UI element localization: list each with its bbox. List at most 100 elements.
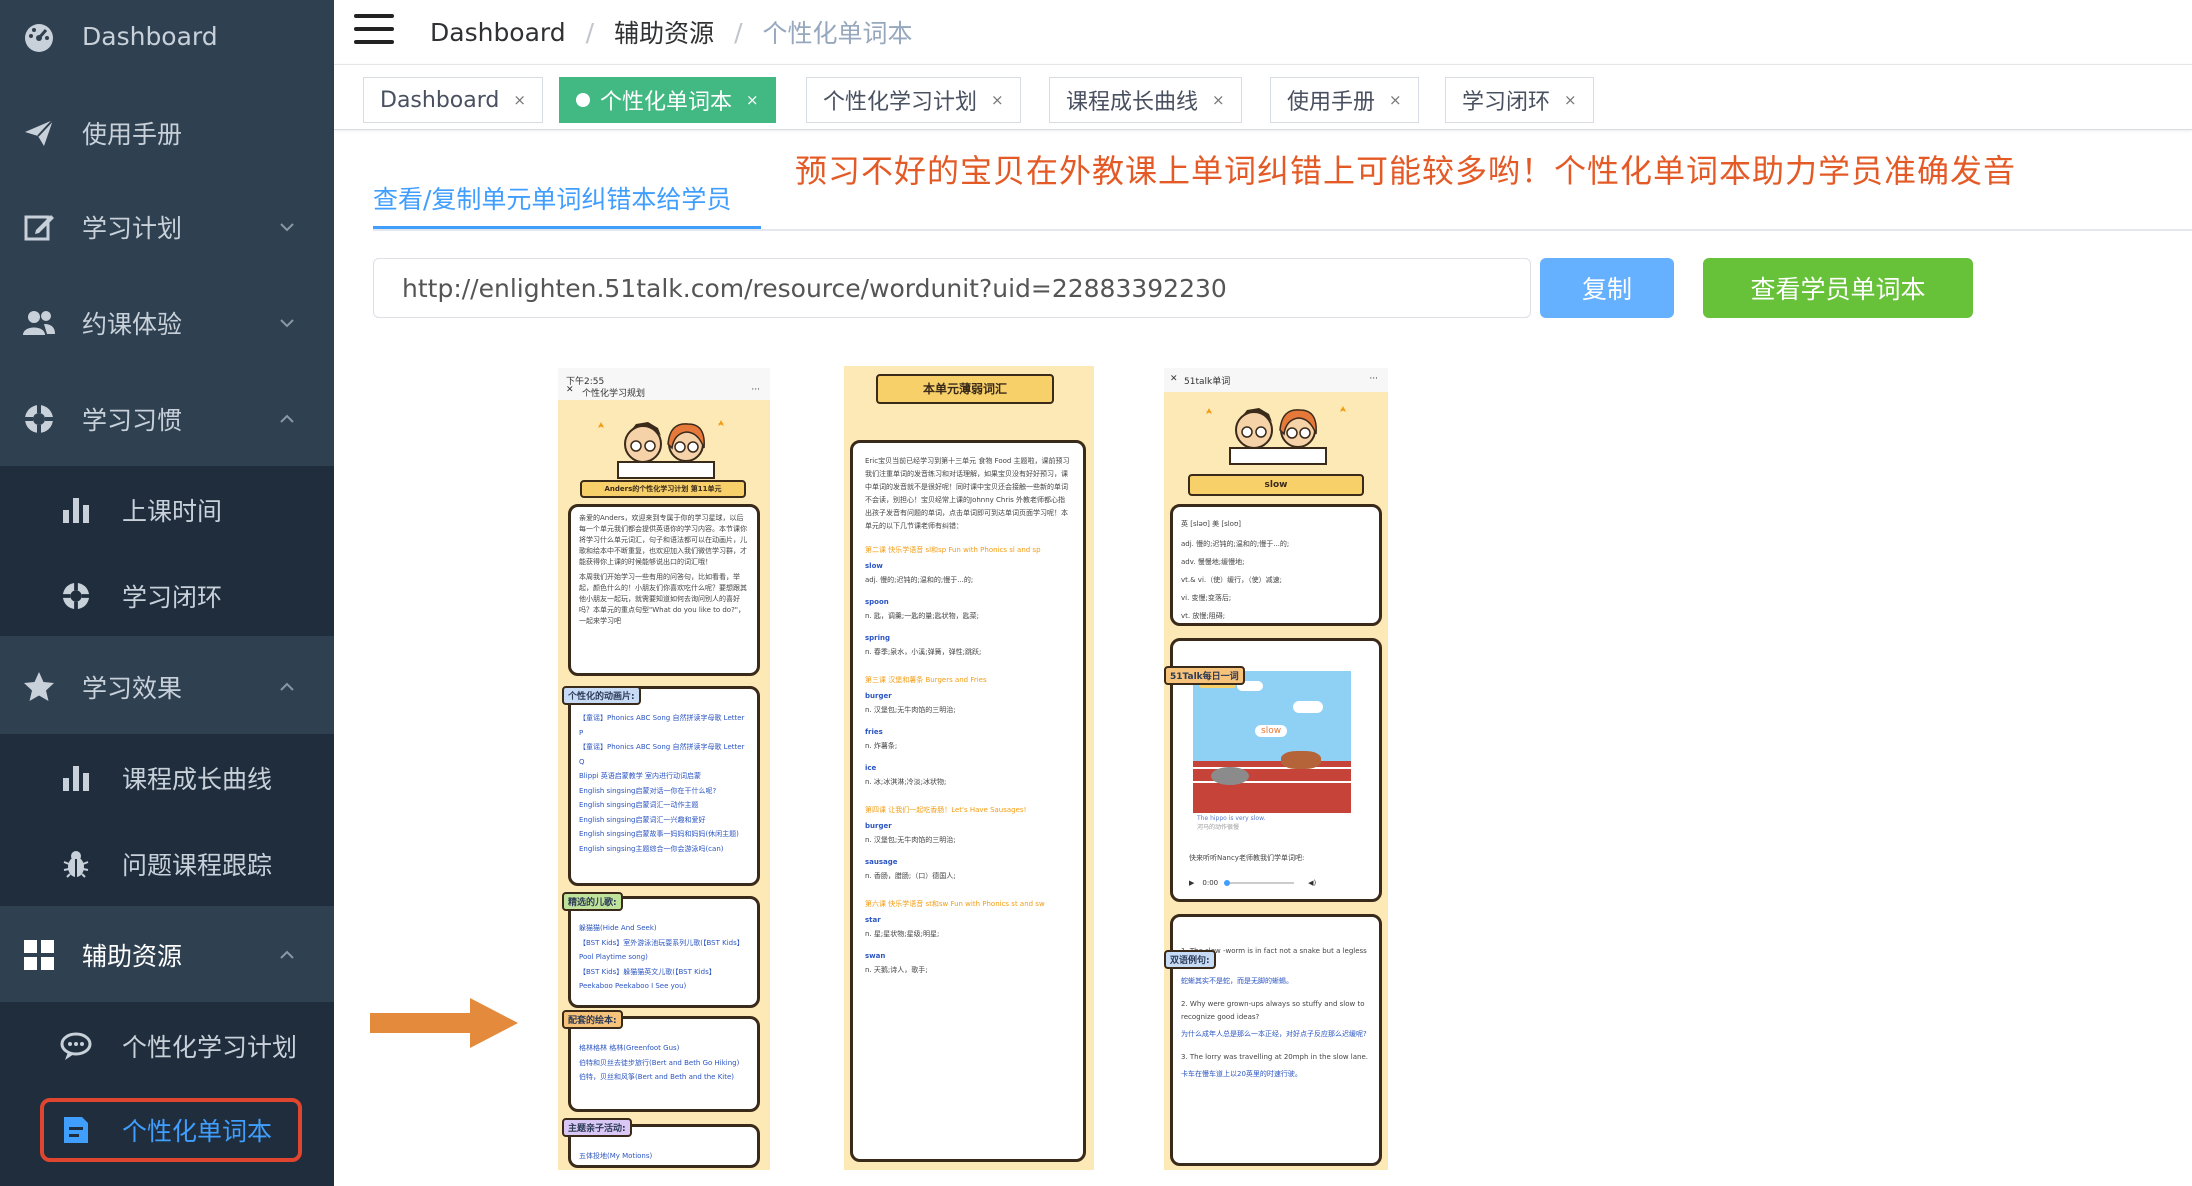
word-link[interactable]: star [865,913,1071,927]
video-caption-box: The hippo is very slow. 河马的动作很慢 [1193,813,1351,841]
definition-line: vt. 放慢;阻碍; [1181,612,1226,620]
hamburger-icon[interactable] [354,14,394,46]
volume-icon[interactable]: ◀) [1308,879,1316,887]
phone-title: 51talk单词 [1184,377,1231,387]
word-link[interactable]: swan [865,949,1071,963]
section-label-examples: 双语例句: [1164,950,1216,969]
word-link[interactable]: sausage [865,855,1071,869]
lesson-title: 第四课 让我们一起吃香肠！Let's Have Sausages! [865,806,1027,814]
video-player[interactable]: 51Talk slow [1193,671,1351,813]
list-item[interactable]: 伯特和贝丝去徒步旅行(Bert and Beth Go Hiking) [579,1056,749,1071]
url-field[interactable] [373,258,1531,318]
sidebar-item-trial[interactable]: 约课体验 [0,276,334,370]
word-meaning: n. 汉堡包;无牛肉馅的三明治; [865,706,956,714]
animation-list: 【童谣】Phonics ABC Song 自然拼读字母歌 Letter P 【童… [579,711,749,856]
sidebar-item-growth-curve[interactable]: 课程成长曲线 [0,736,334,820]
close-icon: ✕ [1170,374,1178,384]
sidebar-item-study-loop[interactable]: 学习闭环 [0,554,334,638]
close-icon[interactable]: × [513,91,526,109]
word-meaning: adj. 慢的;迟钝的;温和的;慢于...的; [865,576,974,584]
list-item[interactable]: English singsing启蒙词汇一动作主题 [579,798,749,813]
audio-player[interactable]: ▶ 0:00 ◀) [1189,875,1369,891]
close-icon[interactable]: × [1389,91,1402,109]
tag-wordbook[interactable]: 个性化单词本 × [559,77,776,123]
list-item[interactable]: 【童谣】Phonics ABC Song 自然拼读字母歌 Letter P [579,711,749,740]
sidebar-item-label: Dashboard [82,21,218,51]
word-meaning: n. 汉堡包;无牛肉馅的三明治; [865,836,956,844]
close-icon[interactable]: × [1212,91,1225,109]
list-item[interactable]: Blippi 英语启蒙教学 室内进行动词启蒙 [579,769,749,784]
users-icon [23,311,55,335]
sidebar-item-label: 使用手册 [82,120,183,149]
list-item[interactable]: 躲猫猫(Hide And Seek) [579,921,749,936]
close-icon[interactable]: × [746,91,759,109]
tag-personal-plan[interactable]: 个性化学习计划 × [806,77,1021,123]
breadcrumb-item[interactable]: Dashboard [430,18,566,47]
tag-growth-curve[interactable]: 课程成长曲线 × [1049,77,1242,123]
close-icon[interactable]: × [1564,91,1577,109]
sidebar-item-study-plan[interactable]: 学习计划 [0,180,334,274]
list-item[interactable]: 【童谣】Phonics ABC Song 自然拼读字母歌 Letter Q [579,740,749,769]
word-link[interactable]: spring [865,631,1071,645]
tag-dashboard[interactable]: Dashboard × [363,77,543,123]
word-link[interactable]: spoon [865,595,1071,609]
section-label-songs: 精选的儿歌: [562,892,623,911]
tab-divider [373,229,2192,231]
sidebar-item-manual[interactable]: 使用手册 [0,86,334,180]
bar-chart-icon [63,766,89,791]
definition-line: adj. 慢的;迟钝的;温和的;慢于...的; [1181,540,1290,548]
phonetic-text[interactable]: 英 [sləʊ] 美 [sloʊ] [1181,517,1371,531]
list-item[interactable]: English singsing主题综合一你会游泳吗(can) [579,842,749,857]
list-item[interactable]: 伯特，贝丝和风筝(Bert and Beth and the Kite) [579,1070,749,1085]
audio-progress[interactable] [1224,880,1295,886]
sidebar-item-habits[interactable]: 学习习惯 [0,372,334,466]
example-cn: 为什么成年人总是那么一本正经，对好点子反应那么迟缓呢? [1181,1030,1367,1038]
word-link[interactable]: burger [865,819,1071,833]
word-meaning: n. 春季;泉水，小溪;弹簧，弹性;跳跃; [865,648,982,656]
list-item[interactable]: 【BST Kids】躲猫猫英文儿歌(【BST Kids】Peekaboo Pee… [579,965,749,994]
list-item[interactable]: 【BST Kids】室外游泳池玩耍系列儿歌(【BST Kids】Pool Pla… [579,936,749,965]
lifebuoy-icon [24,404,54,434]
sidebar-item-personal-plan[interactable]: 个性化学习计划 [0,1004,334,1088]
list-item[interactable]: English singsing启蒙词汇一兴趣和爱好 [579,813,749,828]
list-item[interactable]: 五体投地(My Motions) [579,1149,749,1163]
view-wordbook-button[interactable]: 查看学员单词本 [1703,258,1973,318]
play-icon[interactable]: ▶ [1189,879,1194,887]
sidebar-item-label: 上课时间 [122,497,223,526]
chevron-down-icon [280,223,294,232]
tag-manual[interactable]: 使用手册 × [1270,77,1419,123]
lesson-block: 第六课 快乐学语音 st和sw Fun with Phonics st and … [865,897,1071,977]
sidebar-item-dashboard[interactable]: Dashboard [0,0,334,72]
plan-intro-card: 亲爱的Anders，欢迎来到专属于你的学习星球，以后每一个单元我们都会提供英语你… [568,504,760,676]
sidebar-item-resources[interactable]: 辅助资源 [0,908,334,1002]
list-item[interactable]: English singsing启蒙故事一妈妈和妈妈(休闲主题) [579,827,749,842]
chevron-down-icon [280,319,294,328]
audio-time: 0:00 [1202,879,1219,887]
kids-illustration [598,420,724,479]
lifebuoy-icon [61,581,91,611]
weak-words-intro: Eric宝贝当前已经学习到第十三单元 食物 Food 主题啦，课前预习我们注重单… [865,457,1070,530]
sidebar-item-problem-tracking[interactable]: 问题课程跟踪 [0,822,334,906]
list-item[interactable]: 格林格林 格林(Greenfoot Gus) [579,1041,749,1056]
lesson-block: 第二课 快乐学语音 sl和sp Fun with Phonics sl and … [865,543,1071,659]
copy-button[interactable]: 复制 [1540,258,1674,318]
tag-label: 个性化学习计划 [823,90,978,115]
dashboard-icon [25,24,53,52]
section-label-animation: 个性化的动画片: [562,686,641,705]
word-link[interactable]: slow [865,559,1071,573]
tab-copy-wordbook[interactable]: 查看/复制单元单词纠错本给学员 [373,180,731,216]
more-icon: ··· [751,385,760,395]
word-link[interactable]: burger [865,689,1071,703]
close-icon[interactable]: × [991,91,1004,109]
tag-study-loop[interactable]: 学习闭环 × [1445,77,1594,123]
sidebar-item-label: 约课体验 [82,310,183,339]
breadcrumb-separator: / [585,17,595,47]
list-item[interactable]: English singsing启蒙对话一你在干什么呢? [579,784,749,799]
sidebar-item-effect[interactable]: 学习效果 [0,640,334,734]
sidebar-item-class-time[interactable]: 上课时间 [0,468,334,552]
word-link[interactable]: fries [865,725,1071,739]
word-banner: slow [1188,474,1364,496]
sidebar-item-label: 学习习惯 [82,406,183,435]
phone-status-bar: ✕ 51talk单词 ··· [1164,368,1388,392]
word-link[interactable]: ice [865,761,1071,775]
